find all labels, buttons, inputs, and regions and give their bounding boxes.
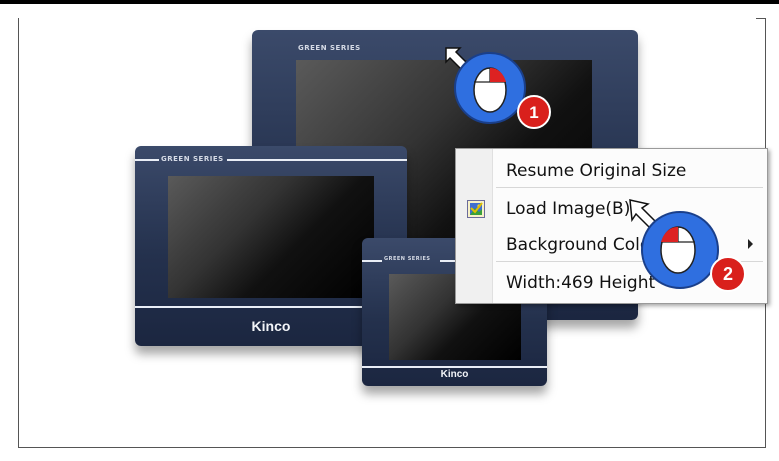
hmi-small-strip	[362, 366, 547, 368]
hmi-small-series-line-left	[362, 260, 382, 262]
hmi-medium-series-line-right	[227, 159, 407, 161]
hmi-medium-series-label: GREEN SERIES	[161, 155, 224, 163]
hmi-small-series-label: GREEN SERIES	[384, 256, 431, 262]
hmi-large-series-label: GREEN SERIES	[298, 44, 361, 52]
mouse-callout-2: 2	[629, 199, 746, 292]
hmi-medium-screen	[168, 176, 374, 298]
menu-item-label: Load Image(B)	[506, 199, 631, 219]
menu-item-label: Resume Original Size	[506, 161, 687, 181]
mouse-callout-1: 1	[445, 47, 551, 129]
top-rule	[0, 0, 779, 4]
step-number-2: 2	[723, 264, 733, 284]
step-number-1: 1	[529, 103, 538, 122]
image-checkbox-icon	[467, 200, 485, 218]
frame-corner-tick	[756, 18, 766, 19]
menu-item-resume-original-size[interactable]: Resume Original Size	[456, 155, 767, 187]
hmi-medium-series-line-left	[135, 159, 159, 161]
hmi-small-brand: Kinco	[440, 369, 469, 380]
menu-separator	[496, 187, 763, 188]
